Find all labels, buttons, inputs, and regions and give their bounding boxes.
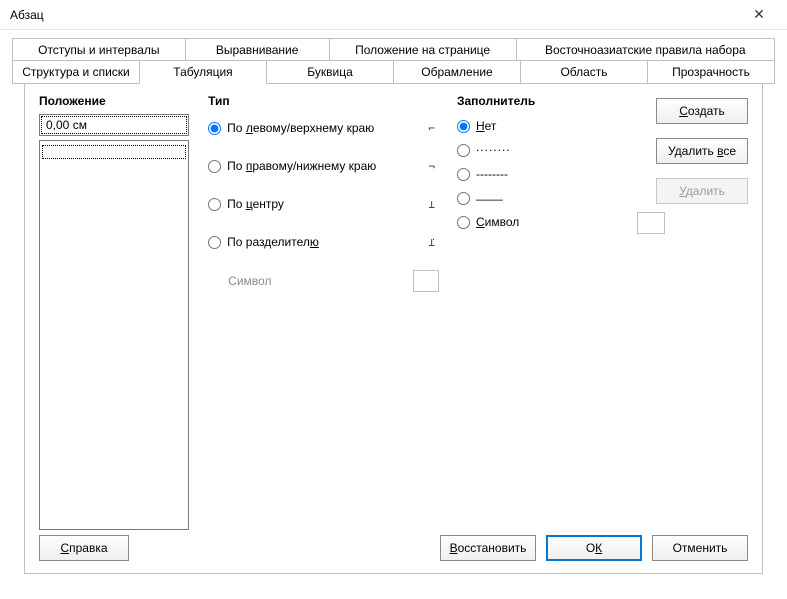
tabs-area: Отступы и интервалы Выравнивание Положен…	[0, 30, 787, 574]
delete-button: Удалить	[656, 178, 748, 204]
type-center-row[interactable]: По центру ⊥	[208, 190, 457, 218]
fill-symbol-radio[interactable]	[457, 216, 470, 229]
type-center-label: По центру	[227, 197, 284, 211]
fill-dashes-label: --------	[476, 167, 508, 181]
type-title: Тип	[208, 94, 457, 108]
type-right-label: По правому/нижнему краю	[227, 159, 376, 173]
window-title: Абзац	[10, 8, 739, 22]
fill-section: Заполнитель Нет ........ -------- ____	[457, 94, 656, 530]
type-decimal-row[interactable]: По разделителю ⊥.	[208, 228, 457, 256]
fill-dots-radio[interactable]	[457, 144, 470, 157]
fill-none-label: Нет	[476, 119, 496, 133]
decimal-tab-icon: ⊥.	[428, 236, 435, 249]
tab-page-position[interactable]: Положение на странице	[329, 38, 517, 61]
ok-button[interactable]: ОК	[546, 535, 642, 561]
fill-title: Заполнитель	[457, 94, 656, 108]
fill-symbol-row[interactable]: Символ	[457, 210, 656, 234]
right-tab-icon: ¬	[428, 160, 435, 173]
side-buttons: Создать Удалить все Удалить	[656, 94, 748, 530]
fill-dots-label: ........	[476, 140, 511, 154]
dialog-footer: Справка Восстановить ОК Отменить	[39, 535, 748, 561]
position-list-selection[interactable]	[42, 145, 186, 159]
restore-button[interactable]: Восстановить	[440, 535, 536, 561]
type-symbol-label: Символ	[228, 274, 271, 288]
position-section: Положение	[39, 94, 208, 530]
fill-under-row[interactable]: ____	[457, 186, 656, 210]
help-button[interactable]: Справка	[39, 535, 129, 561]
close-button[interactable]: ✕	[739, 1, 779, 29]
tab-dropcap[interactable]: Буквица	[266, 60, 394, 84]
tab-area[interactable]: Область	[520, 60, 648, 84]
type-left-radio[interactable]	[208, 122, 221, 135]
fill-symbol-label: Символ	[476, 215, 519, 229]
tab-borders[interactable]: Обрамление	[393, 60, 521, 84]
tab-row-1: Отступы и интервалы Выравнивание Положен…	[12, 38, 775, 61]
fill-none-row[interactable]: Нет	[457, 114, 656, 138]
center-tab-icon: ⊥	[428, 198, 435, 211]
fill-none-radio[interactable]	[457, 120, 470, 133]
type-left-label: По левому/верхнему краю	[227, 121, 374, 135]
type-right-radio[interactable]	[208, 160, 221, 173]
fill-under-label: ____	[476, 187, 503, 201]
type-center-radio[interactable]	[208, 198, 221, 211]
fill-dots-row[interactable]: ........	[457, 138, 656, 162]
type-section: Тип По левому/верхнему краю ⌐ По правому…	[208, 94, 457, 530]
tab-outline[interactable]: Структура и списки	[12, 60, 140, 84]
titlebar: Абзац ✕	[0, 0, 787, 30]
type-symbol-input[interactable]	[413, 270, 439, 292]
cancel-button[interactable]: Отменить	[652, 535, 748, 561]
fill-under-radio[interactable]	[457, 192, 470, 205]
delete-all-button[interactable]: Удалить все	[656, 138, 748, 164]
left-tab-icon: ⌐	[428, 122, 435, 135]
type-left-row[interactable]: По левому/верхнему краю ⌐	[208, 114, 457, 142]
fill-dashes-radio[interactable]	[457, 168, 470, 181]
tab-alignment[interactable]: Выравнивание	[185, 38, 330, 61]
tab-tabulation[interactable]: Табуляция	[139, 60, 267, 84]
type-decimal-label: По разделителю	[227, 235, 319, 249]
fill-dashes-row[interactable]: --------	[457, 162, 656, 186]
type-symbol-row: Символ	[208, 270, 457, 292]
tab-row-2: Структура и списки Табуляция Буквица Обр…	[12, 60, 775, 84]
tab-content: Положение Тип По левому/верхнему краю ⌐ …	[24, 84, 763, 574]
position-title: Положение	[39, 94, 208, 108]
fill-symbol-input[interactable]	[637, 212, 665, 234]
tab-indents[interactable]: Отступы и интервалы	[12, 38, 186, 61]
tab-asian-typo[interactable]: Восточноазиатские правила набора	[516, 38, 775, 61]
type-right-row[interactable]: По правому/нижнему краю ¬	[208, 152, 457, 180]
position-input[interactable]	[39, 114, 189, 136]
type-decimal-radio[interactable]	[208, 236, 221, 249]
tab-transparency[interactable]: Прозрачность	[647, 60, 775, 84]
position-list[interactable]	[39, 140, 189, 530]
create-button[interactable]: Создать	[656, 98, 748, 124]
